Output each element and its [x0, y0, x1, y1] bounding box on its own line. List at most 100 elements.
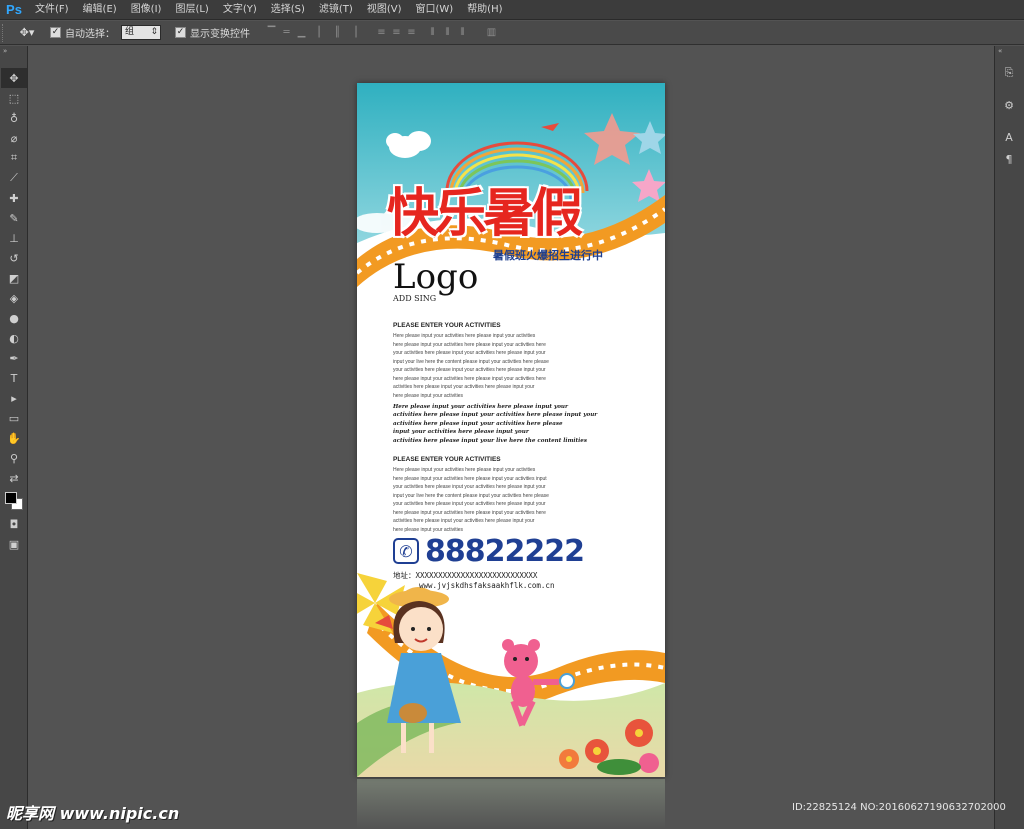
align-bottom-icon[interactable]: ▁ [294, 25, 309, 40]
body-line: Here please input your activities here p… [393, 467, 536, 473]
brush-tool-icon[interactable]: ✎ [1, 208, 27, 228]
poster-title: 快乐暑假 [387, 184, 583, 244]
distribute-left-icon[interactable]: ⦀ [425, 25, 440, 40]
screen-mode-icon[interactable]: ▣ [1, 534, 27, 554]
options-bar: ✥▾ ✓ 自动选择： 组 ✓ 显示变换控件 ▔ ═ ▁ ▏ ║ ▕ ≡ ≡ ≡ … [0, 21, 1024, 45]
distribute-top-icon[interactable]: ≡ [374, 25, 389, 40]
show-transform-label: 显示变换控件 [190, 29, 250, 40]
color-swatches[interactable] [1, 488, 27, 514]
menu-file[interactable]: 文件(F) [28, 0, 76, 20]
crop-tool-icon[interactable]: ⌗ [1, 148, 27, 168]
blur-tool-icon[interactable]: ● [1, 308, 27, 328]
script-line: activities here please input your activi… [393, 420, 563, 427]
phone-number: 88822222 [425, 533, 585, 569]
path-select-tool-icon[interactable]: ▸ [1, 388, 27, 408]
toolbox: » ✥ ⬚ ♁ ⌀ ⌗ ⟋ ✚ ✎ ⊥ ↺ ◩ ◈ ● ◐ ✒ T ▸ ▭ ✋ … [0, 46, 28, 829]
menu-edit[interactable]: 编辑(E) [76, 0, 124, 20]
document-canvas[interactable]: 快乐暑假 暑假班火爆招生进行中 Logo ADD SING PLEASE ENT… [357, 83, 665, 777]
swap-colors-icon[interactable]: ⇄ [1, 468, 27, 488]
auto-align-buttons: ▥ [484, 25, 499, 40]
image-id-watermark: ID:22825124 NO:20160627190632702000 [792, 802, 1006, 813]
body-line: your activities here please input your a… [393, 367, 546, 373]
character-panel-icon[interactable]: A [995, 126, 1023, 148]
quick-mask-icon[interactable]: ◘ [1, 514, 27, 534]
photoshop-window: Ps 文件(F) 编辑(E) 图像(I) 图层(L) 文字(Y) 选择(S) 滤… [0, 0, 1024, 829]
menu-select[interactable]: 选择(S) [264, 0, 312, 20]
menu-layer[interactable]: 图层(L) [168, 0, 215, 20]
activities-section-2: PLEASE ENTER YOUR ACTIVITIES Here please… [393, 456, 629, 534]
quick-select-tool-icon[interactable]: ⌀ [1, 128, 27, 148]
align-right-icon[interactable]: ▕ [345, 25, 360, 40]
body-line: your activities here please input your a… [393, 484, 546, 490]
type-tool-icon[interactable]: T [1, 368, 27, 388]
foreground-color-swatch[interactable] [5, 492, 17, 504]
history-panel-icon[interactable]: ⎘ [995, 62, 1023, 84]
eyedropper-tool-icon[interactable]: ⟋ [1, 168, 27, 188]
align-top-icon[interactable]: ▔ [264, 25, 279, 40]
pen-tool-icon[interactable]: ✒ [1, 348, 27, 368]
address-line: 地址：XXXXXXXXXXXXXXXXXXXXXXXXXXX [393, 571, 538, 580]
body-line: your activities here please input your a… [393, 350, 546, 356]
body-line: here please input your activities here p… [393, 509, 546, 516]
distribute-right-icon[interactable]: ⦀ [455, 25, 470, 40]
auto-select-checkbox[interactable]: ✓ [50, 27, 61, 38]
healing-brush-tool-icon[interactable]: ✚ [1, 188, 27, 208]
properties-panel-icon[interactable]: ⚙ [995, 94, 1023, 116]
toolbox-collapse-icon[interactable]: » [0, 46, 27, 56]
menu-filter[interactable]: 滤镜(T) [312, 0, 360, 20]
marquee-tool-icon[interactable]: ⬚ [1, 88, 27, 108]
script-line: activities here please input your activi… [393, 412, 598, 419]
body-line: activities here please input your activi… [393, 518, 535, 524]
script-section: Here please input your activities here p… [393, 403, 629, 445]
body-line: your activities here please input your a… [393, 501, 546, 507]
align-buttons: ▔ ═ ▁ ▏ ║ ▕ [264, 25, 360, 40]
script-line: input your activities here please input … [393, 429, 529, 436]
distribute-bottom-icon[interactable]: ≡ [404, 25, 419, 40]
show-transform-checkbox[interactable]: ✓ [175, 27, 186, 38]
website-line: www.jvjskdhsfaksaakhflk.com.cn [419, 581, 555, 590]
menu-window[interactable]: 窗口(W) [408, 0, 460, 20]
body-line: here please input your activities [393, 392, 464, 399]
body-line: activities here please input your activi… [393, 384, 535, 390]
activities-section-1: PLEASE ENTER YOUR ACTIVITIES Here please… [393, 322, 629, 400]
body-line: Here please input your activities here p… [393, 333, 536, 339]
align-vcenter-icon[interactable]: ═ [279, 25, 294, 40]
site-watermark: 昵享网 www.nipic.cn [6, 804, 180, 823]
auto-select-dropdown[interactable]: 组 [121, 25, 161, 40]
poster-subtitle: 暑假班火爆招生进行中 [493, 249, 603, 262]
eraser-tool-icon[interactable]: ◩ [1, 268, 27, 288]
menu-help[interactable]: 帮助(H) [460, 0, 509, 20]
ps-logo: Ps [6, 2, 22, 17]
lasso-tool-icon[interactable]: ♁ [1, 108, 27, 128]
history-brush-tool-icon[interactable]: ↺ [1, 248, 27, 268]
section-heading: PLEASE ENTER YOUR ACTIVITIES [393, 322, 501, 329]
dodge-tool-icon[interactable]: ◐ [1, 328, 27, 348]
poster-logo: Logo [393, 257, 479, 297]
body-line: input your live here the content please … [393, 358, 549, 365]
menubar: Ps 文件(F) 编辑(E) 图像(I) 图层(L) 文字(Y) 选择(S) 滤… [0, 0, 1024, 20]
phone-icon: ✆ [393, 538, 419, 564]
options-grip[interactable] [2, 23, 10, 42]
hand-tool-icon[interactable]: ✋ [1, 428, 27, 448]
cup-icon [559, 673, 575, 689]
align-left-icon[interactable]: ▏ [315, 25, 330, 40]
panel-collapse-icon[interactable]: « [995, 46, 1024, 56]
move-tool-icon[interactable]: ✥ [1, 68, 27, 88]
section-heading: PLEASE ENTER YOUR ACTIVITIES [393, 456, 501, 463]
distribute-vcenter-icon[interactable]: ≡ [389, 25, 404, 40]
document-reflection [357, 779, 665, 829]
menu-type[interactable]: 文字(Y) [216, 0, 264, 20]
distribute-hcenter-icon[interactable]: ⦀ [440, 25, 455, 40]
rectangle-tool-icon[interactable]: ▭ [1, 408, 27, 428]
stamp-tool-icon[interactable]: ⊥ [1, 228, 27, 248]
move-tool-preset-icon[interactable]: ✥▾ [10, 23, 44, 43]
align-hcenter-icon[interactable]: ║ [330, 25, 345, 40]
auto-align-icon[interactable]: ▥ [484, 25, 499, 40]
menu-image[interactable]: 图像(I) [124, 0, 169, 20]
panel-strip: « ⎘ ⚙ A ¶ [994, 46, 1024, 829]
menu-view[interactable]: 视图(V) [360, 0, 409, 20]
paragraph-panel-icon[interactable]: ¶ [995, 148, 1023, 170]
distribute-buttons: ≡ ≡ ≡ ⦀ ⦀ ⦀ [374, 25, 470, 40]
paint-bucket-tool-icon[interactable]: ◈ [1, 288, 27, 308]
zoom-tool-icon[interactable]: ⚲ [1, 448, 27, 468]
